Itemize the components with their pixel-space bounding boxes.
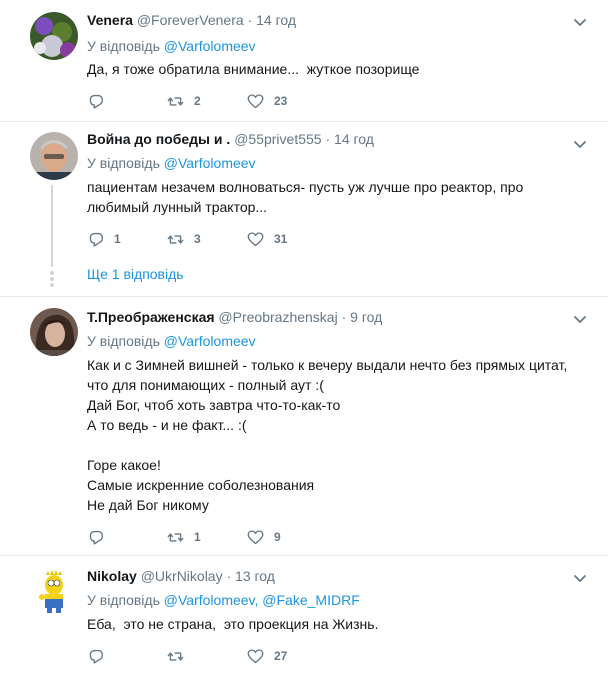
user-handle[interactable]: @Preobrazhenskaj: [218, 309, 337, 325]
timestamp[interactable]: 9 год: [350, 309, 382, 325]
reply-context: У відповідь @Varfolomeev: [87, 155, 256, 171]
tweet[interactable]: Война до победы и . @55privet555 · 14 го…: [0, 121, 608, 297]
reply-icon: [89, 530, 103, 545]
tweet-text: Как и с Зимней вишней - только к вечеру …: [87, 355, 587, 515]
retweet-button[interactable]: 2: [167, 91, 201, 111]
reply-button[interactable]: [87, 646, 114, 666]
tweet-header: Venera @ForeverVenera · 14 год: [87, 12, 296, 28]
reply-prefix: У відповідь: [87, 155, 160, 171]
mention-link[interactable]: @Varfolomeev: [164, 333, 256, 349]
chevron-down-icon[interactable]: [572, 136, 588, 152]
tweet-text-line: Горе какое!: [87, 457, 161, 473]
tweet-text-line: Дай Бог, чтоб хоть завтра что-то-как-то: [87, 397, 341, 413]
tweet-text-line: любимый лунный трактор...: [87, 199, 268, 215]
reply-button[interactable]: [87, 91, 114, 111]
tweet-text-line: А то ведь - и не факт... :(: [87, 417, 247, 433]
display-name[interactable]: Война до победы и .: [87, 131, 230, 147]
mention-link[interactable]: @Varfolomeev,: [164, 592, 259, 608]
show-more-replies-link[interactable]: Ще 1 відповідь: [87, 266, 184, 282]
avatar[interactable]: [30, 12, 78, 60]
like-button[interactable]: 27: [247, 646, 287, 666]
tweet-text-line: Да, я тоже обратилa внимание... жуткое п…: [87, 61, 420, 77]
reply-icon: [89, 649, 103, 664]
retweet-icon: [167, 651, 184, 661]
reply-icon: [89, 232, 103, 247]
mention-link[interactable]: @Fake_MIDRF: [262, 592, 359, 608]
thread-line: [51, 185, 53, 267]
user-handle[interactable]: @UkrNikolay: [141, 568, 223, 584]
retweet-count: 1: [194, 530, 201, 544]
reply-button[interactable]: [87, 527, 114, 547]
thread-dot: [50, 277, 54, 281]
tweet[interactable]: Venera @ForeverVenera · 14 год У відпові…: [0, 0, 608, 122]
tweet-text-line: Не дай Бог никому: [87, 497, 209, 513]
reply-context: У відповідь @Varfolomeev: [87, 333, 256, 349]
display-name[interactable]: Т.Преображенская: [87, 309, 215, 325]
tweet-text-line: Еба, это не страна, это проекция на Жизн…: [87, 616, 379, 632]
avatar[interactable]: [30, 308, 78, 356]
reply-context: У відповідь @Varfolomeev: [87, 38, 256, 54]
tweet-text-line: что для понимающих - полный аут :(: [87, 377, 324, 393]
chevron-down-icon[interactable]: [572, 14, 588, 30]
mention-link[interactable]: @Varfolomeev: [164, 155, 256, 171]
retweet-icon: [167, 96, 184, 106]
tweet-text: Еба, это не страна, это проекция на Жизн…: [87, 614, 587, 634]
timestamp[interactable]: 13 год: [235, 568, 275, 584]
heart-icon: [247, 529, 264, 544]
tweet-text-line: пациентам незачем волноваться- пусть уж …: [87, 179, 524, 195]
heart-icon: [247, 231, 264, 246]
thread-dot: [50, 271, 54, 275]
thread-dot: [50, 283, 54, 287]
retweet-count: 2: [194, 94, 201, 108]
reply-icon: [89, 94, 103, 109]
reply-prefix: У відповідь: [87, 333, 160, 349]
display-name[interactable]: Venera: [87, 12, 133, 28]
reply-prefix: У відповідь: [87, 38, 160, 54]
heart-icon: [247, 93, 264, 108]
tweet-text-line: Самые искренние соболезнования: [87, 477, 315, 493]
retweet-button[interactable]: 3: [167, 229, 201, 249]
user-handle[interactable]: @ForeverVenera: [137, 12, 244, 28]
separator-dot: ·: [325, 131, 331, 147]
retweet-count: 3: [194, 232, 201, 246]
tweet-header: Война до победы и . @55privet555 · 14 го…: [87, 131, 374, 147]
separator-dot: ·: [341, 309, 347, 325]
reply-count: 1: [114, 232, 121, 246]
display-name[interactable]: Nikolay: [87, 568, 137, 584]
tweet[interactable]: Nikolay @UkrNikolay · 13 год У відповідь…: [0, 555, 608, 680]
retweet-button[interactable]: [167, 646, 194, 666]
reply-button[interactable]: 1: [87, 229, 121, 249]
reply-context: У відповідь @Varfolomeev, @Fake_MIDRF: [87, 592, 360, 608]
like-count: 27: [274, 649, 288, 663]
tweet-header: Т.Преображенская @Preobrazhenskaj · 9 го…: [87, 309, 382, 325]
like-button[interactable]: 23: [247, 91, 287, 111]
tweet-header: Nikolay @UkrNikolay · 13 год: [87, 568, 275, 584]
chevron-down-icon[interactable]: [572, 570, 588, 586]
like-count: 23: [274, 94, 288, 108]
like-button[interactable]: 9: [247, 527, 281, 547]
user-handle[interactable]: @55privet555: [234, 131, 321, 147]
reply-prefix: У відповідь: [87, 592, 160, 608]
separator-dot: ·: [226, 568, 232, 584]
mention-link[interactable]: @Varfolomeev: [164, 38, 256, 54]
like-button[interactable]: 31: [247, 229, 287, 249]
avatar[interactable]: [30, 567, 78, 615]
retweet-icon: [167, 234, 184, 244]
tweet-text-line: Как и с Зимней вишней - только к вечеру …: [87, 357, 568, 373]
like-count: 31: [274, 232, 288, 246]
retweet-icon: [167, 532, 184, 542]
avatar[interactable]: [30, 132, 78, 180]
heart-icon: [247, 648, 264, 663]
retweet-button[interactable]: 1: [167, 527, 201, 547]
chevron-down-icon[interactable]: [572, 311, 588, 327]
tweet-text-line: [87, 435, 587, 455]
tweet-text: пациентам незачем волноваться- пусть уж …: [87, 177, 587, 217]
tweet-text: Да, я тоже обратилa внимание... жуткое п…: [87, 59, 587, 79]
timestamp[interactable]: 14 год: [256, 12, 296, 28]
separator-dot: ·: [247, 12, 253, 28]
tweet[interactable]: Т.Преображенская @Preobrazhenskaj · 9 го…: [0, 296, 608, 556]
like-count: 9: [274, 530, 281, 544]
timestamp[interactable]: 14 год: [334, 131, 374, 147]
